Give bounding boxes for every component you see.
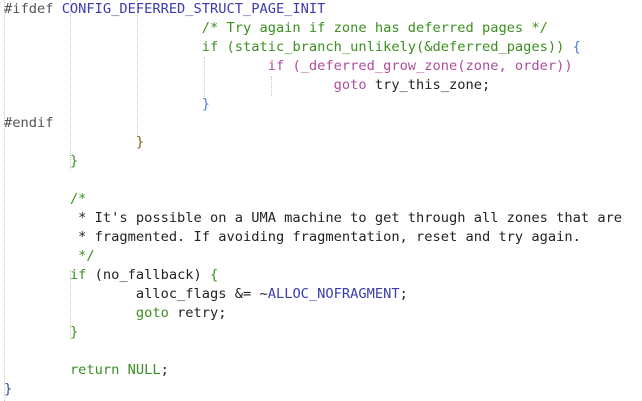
code-token: ALLOC_NOFRAGMENT (267, 286, 400, 302)
code-token: if (201, 39, 219, 55)
code-line[interactable]: } (4, 133, 144, 152)
code-line[interactable]: goto retry; (4, 304, 227, 323)
code-line[interactable]: * fragmented. If avoiding fragmentation,… (4, 228, 581, 247)
code-token: { (572, 39, 581, 55)
code-line[interactable]: if (no_fallback) { (4, 266, 218, 285)
code-line[interactable]: #ifdef CONFIG_DEFERRED_STRUCT_PAGE_INIT (4, 0, 325, 19)
code-line[interactable]: */ (4, 247, 95, 266)
code-token: } (69, 324, 79, 340)
code-token: * It's possible on a UMA machine to get … (78, 210, 623, 226)
code-token: return (69, 362, 120, 378)
code-token: { (210, 267, 219, 283)
code-token: } (4, 381, 13, 397)
code-token: if (69, 267, 87, 283)
code-token: ; (399, 286, 408, 302)
code-line[interactable]: /* (4, 190, 86, 209)
code-token: /* (69, 191, 87, 207)
code-token: } (201, 96, 211, 112)
code-token: /* Try again if zone has deferred pages … (201, 20, 548, 36)
code-line[interactable]: /* Try again if zone has deferred pages … (4, 19, 548, 38)
code-line[interactable]: } (4, 323, 78, 342)
code-token: */ (78, 248, 95, 264)
code-token: #ifdef (4, 1, 62, 17)
code-token: NULL (127, 362, 161, 378)
code-token: (_deferred_grow_zone(zone, order)) (292, 58, 573, 74)
code-token: alloc_flags &= ~ (135, 286, 268, 302)
code-editor[interactable]: #ifdef CONFIG_DEFERRED_STRUCT_PAGE_INIT … (0, 0, 642, 401)
code-token: goto (135, 305, 169, 321)
code-token: } (135, 134, 145, 150)
code-line[interactable]: #endif (4, 114, 53, 133)
code-token: } (69, 153, 79, 169)
code-line[interactable]: } (4, 380, 12, 399)
code-token: if (267, 58, 285, 74)
code-token: goto (333, 77, 367, 93)
code-token: * fragmented. If avoiding fragmentation,… (78, 229, 581, 245)
code-line[interactable]: } (4, 95, 210, 114)
code-token: (static_branch_unlikely(&deferred_pages)… (226, 39, 565, 55)
code-token: (no_fallback) (86, 267, 211, 283)
code-line[interactable]: if (_deferred_grow_zone(zone, order)) (4, 57, 573, 76)
code-token: retry; (168, 305, 227, 321)
code-token: ; (160, 362, 169, 378)
code-token: #endif (4, 115, 54, 131)
code-line[interactable]: alloc_flags &= ~ALLOC_NOFRAGMENT; (4, 285, 408, 304)
code-line[interactable]: } (4, 152, 78, 171)
code-line[interactable]: if (static_branch_unlikely(&deferred_pag… (4, 38, 581, 57)
code-token: CONFIG_DEFERRED_STRUCT_PAGE_INIT (61, 1, 326, 17)
code-line[interactable]: goto try_this_zone; (4, 76, 491, 95)
code-line[interactable]: return NULL; (4, 361, 169, 380)
code-token: try_this_zone; (366, 77, 491, 93)
code-line[interactable]: * It's possible on a UMA machine to get … (4, 209, 622, 228)
